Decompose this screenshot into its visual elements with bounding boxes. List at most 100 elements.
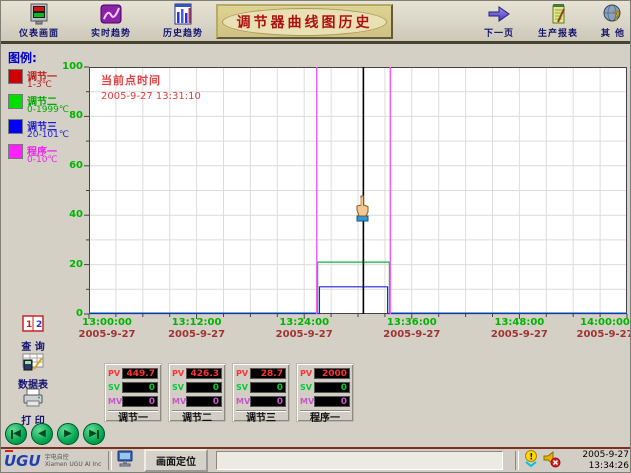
screen-locate-button[interactable]: 画面定位 (144, 449, 208, 472)
separator (108, 451, 112, 470)
svg-text:?: ? (613, 9, 620, 23)
last-bar-icon (97, 430, 99, 439)
legend-swatch (8, 119, 23, 134)
toolbar-item-next-page[interactable]: 下一页 (469, 3, 529, 41)
page-title: 调节器曲线图历史 (237, 12, 373, 32)
legend-item: 程序一 0-10℃ (8, 143, 88, 167)
legend-item: 调节二 0-1999℃ (8, 93, 88, 117)
panel-title: 调节二 (172, 410, 222, 425)
toolbar-item-other[interactable]: ? 其 他 (583, 3, 631, 41)
computer-icon (116, 450, 136, 472)
y-axis-tick-label: 20 (51, 259, 83, 270)
nav-last-button[interactable]: ▶ (83, 423, 105, 445)
toolbar-item-label: 生产报表 (528, 29, 588, 39)
back-icon: ◀ (38, 429, 46, 439)
toolbar-item-label: 其 他 (583, 29, 631, 39)
ugu-logo: UGU (4, 452, 41, 470)
sound-mute-icon[interactable] (543, 450, 561, 472)
legend-item: 调节一 1-3℃ (8, 68, 88, 92)
status-icons: ! (523, 450, 561, 472)
datasheet-icon (21, 356, 45, 375)
forward-icon: ▶ (64, 429, 72, 439)
mv-value: 0 (122, 396, 158, 407)
x-axis-date-label: 2005-9-27 (376, 329, 448, 340)
toolbar-item-label: 仪表画面 (9, 29, 69, 39)
pv-label: PV (300, 369, 314, 378)
pv-label: PV (236, 369, 250, 378)
tool-print[interactable]: 打 印 (7, 388, 59, 427)
step-back-icon: ◀ (13, 429, 21, 439)
alarm-ack-icon[interactable]: ! (523, 450, 539, 472)
page-title-oval: 调节器曲线图历史 (222, 8, 387, 36)
legend-range: 1-3℃ (27, 80, 52, 90)
x-axis-time-label: 13:00:00 (71, 317, 143, 328)
sv-label: SV (300, 383, 314, 392)
panel-title: 调节三 (236, 410, 286, 425)
company-logo-zone: UGU 宇电自控 Xiamen UGU AI Inc (4, 452, 104, 470)
mv-value: 0 (314, 396, 350, 407)
history-trend-icon (171, 3, 195, 26)
pv-label: PV (172, 369, 186, 378)
status-date: 2005-9-27 (565, 450, 629, 461)
tool-query[interactable]: 12 查 询 (7, 315, 59, 353)
legend-swatch (8, 69, 23, 84)
toolbar-item-production-report[interactable]: 生产报表 (528, 3, 588, 41)
panel-title: 程序一 (300, 410, 350, 425)
x-axis-date-label: 2005-9-27 (268, 329, 340, 340)
legend-item: 调节三 20-101℃ (8, 118, 88, 142)
history-nav-buttons: ◀ ◀ ▶ ▶ (5, 423, 105, 445)
mv-label: MV (236, 397, 250, 406)
trend-chart-svg (89, 67, 627, 314)
x-axis-date-label: 2005-9-27 (483, 329, 555, 340)
legend-range: 0-10℃ (27, 155, 58, 165)
toolbar-item-history-trend[interactable]: 历史趋势 (153, 3, 213, 41)
pv-value: 449.7 (122, 368, 158, 379)
panel-regulator-2: PV426.3 SV0 MV0 调节二 (168, 363, 226, 422)
panel-title: 调节一 (108, 410, 158, 425)
report-notepad-icon (546, 3, 570, 26)
next-page-arrow-icon (487, 3, 511, 26)
panel-regulator-1: PV449.7 SV0 MV0 调节一 (104, 363, 162, 422)
svg-text:!: ! (529, 452, 533, 462)
globe-other-icon: ? (601, 3, 625, 26)
y-axis-tick-label: 40 (51, 209, 83, 220)
legend-title: 图例: (8, 49, 37, 66)
sv-value: 0 (314, 382, 350, 393)
toolbar-item-instrument-screen[interactable]: 仪表画面 (9, 3, 69, 41)
company-text: 宇电自控 Xiamen UGU AI Inc (45, 454, 102, 468)
sv-label: SV (236, 383, 250, 392)
x-axis-date-label: 2005-9-27 (161, 329, 233, 340)
nav-next-button[interactable]: ▶ (57, 423, 79, 445)
x-axis-date-label: 2005-9-27 (71, 329, 143, 340)
value-panels: PV449.7 SV0 MV0 调节一 PV426.3 SV0 MV0 调节二 … (104, 363, 354, 422)
sv-value: 0 (122, 382, 158, 393)
annotation-timestamp: 2005-9-27 13:31:10 (101, 91, 201, 102)
x-axis-date-label: 2005-9-27 (569, 329, 631, 340)
step-forward-icon: ▶ (89, 429, 97, 439)
message-strip (216, 451, 503, 470)
pv-value: 2000 (314, 368, 350, 379)
mv-value: 0 (250, 396, 286, 407)
tool-label: 查 询 (7, 338, 59, 353)
nav-first-button[interactable]: ◀ (5, 423, 27, 445)
mv-label: MV (172, 397, 186, 406)
legend-swatch (8, 94, 23, 109)
trend-chart-plot[interactable] (89, 67, 627, 314)
company-en: Xiamen UGU AI Inc (45, 461, 102, 468)
cursor-hand-icon[interactable] (353, 195, 373, 225)
hmi-window: 仪表画面 实时趋势 历史趋势 流程图 调节器曲线图历史 (0, 0, 631, 473)
pv-value: 28.7 (250, 368, 286, 379)
tool-datasheet[interactable]: 数据表 (7, 352, 59, 391)
mv-value: 0 (186, 396, 222, 407)
cursor-time-annotation: 当前点时间 2005-9-27 13:31:10 (101, 72, 201, 102)
sv-label: SV (108, 383, 122, 392)
separator (515, 451, 519, 470)
printer-icon (21, 392, 45, 411)
x-axis-time-label: 14:00:00 (569, 317, 631, 328)
toolbar-item-realtime-trend[interactable]: 实时趋势 (81, 3, 141, 41)
nav-prev-button[interactable]: ◀ (31, 423, 53, 445)
panel-program-1: PV2000 SV0 MV0 程序一 (296, 363, 354, 422)
mv-label: MV (108, 397, 122, 406)
mv-label: MV (300, 397, 314, 406)
legend-range: 0-1999℃ (27, 105, 69, 115)
